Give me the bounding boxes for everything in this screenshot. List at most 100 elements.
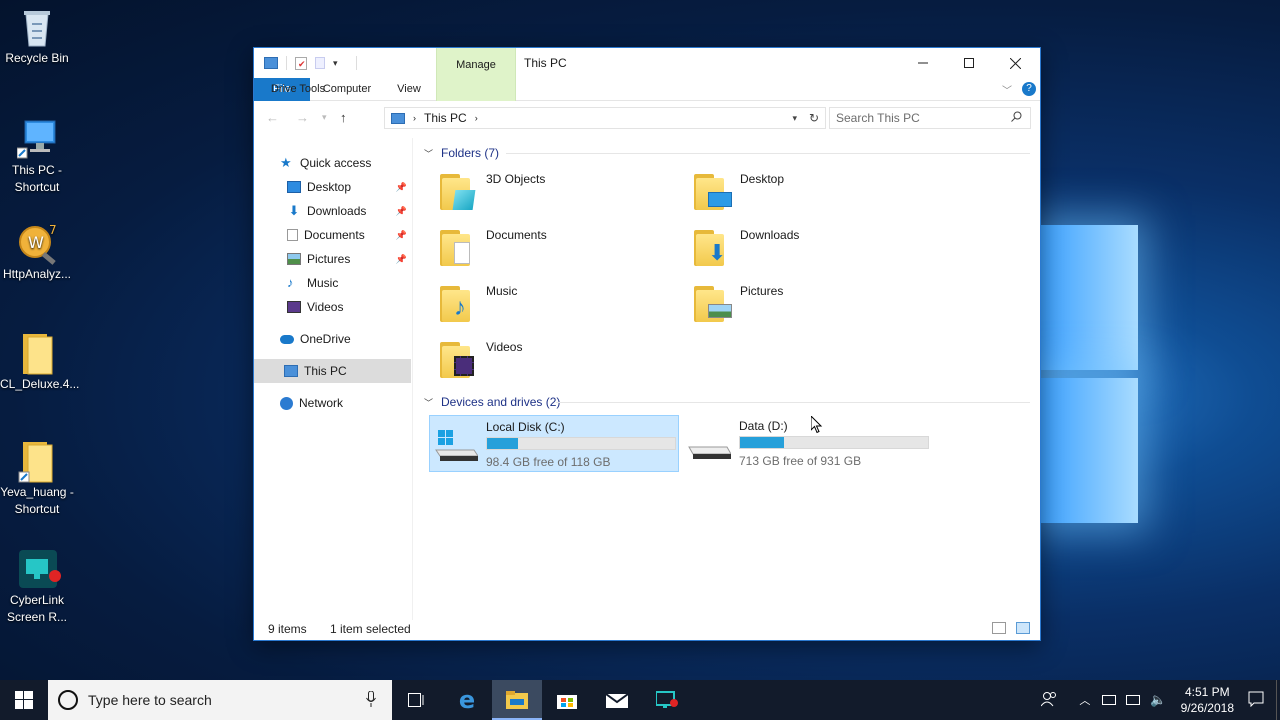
- drive-local-disk-c[interactable]: Local Disk (C:) 98.4 GB free of 118 GB: [429, 415, 679, 472]
- http-analyzer-icon: W7: [17, 222, 57, 265]
- expand-ribbon-icon[interactable]: ﹀: [1002, 82, 1012, 97]
- desktop-icon-label: Recycle Bin: [5, 51, 69, 65]
- pin-icon[interactable]: 📌: [396, 254, 407, 265]
- tab-view[interactable]: View: [382, 78, 436, 101]
- status-selection: 1 item selected: [330, 622, 411, 636]
- refresh-icon[interactable]: ↻: [809, 111, 819, 125]
- volume-icon[interactable]: 🔈: [1150, 692, 1166, 708]
- help-icon[interactable]: ?: [1022, 82, 1036, 96]
- windows-drive-icon: [434, 428, 479, 462]
- show-desktop-button[interactable]: [1276, 680, 1280, 720]
- up-arrow-icon[interactable]: ↑: [340, 110, 347, 125]
- desktop-icon-cl-deluxe[interactable]: CL_Deluxe.4...: [0, 332, 79, 393]
- new-folder-icon[interactable]: [315, 57, 325, 69]
- customize-chevron-icon[interactable]: ▾: [333, 58, 338, 69]
- toolbar-divider: [355, 56, 357, 70]
- drive-usage-bar: [486, 437, 676, 450]
- music-note-icon: ♪: [287, 275, 294, 290]
- folder-music[interactable]: ♪ Music: [414, 284, 654, 334]
- drive-data-d[interactable]: Data (D:) 713 GB free of 931 GB: [683, 415, 933, 472]
- network-tray-icon[interactable]: [1126, 695, 1141, 705]
- folder-videos[interactable]: Videos: [414, 340, 654, 390]
- desktop-icon-recycle-bin[interactable]: Recycle Bin: [0, 6, 74, 67]
- edge-browser-icon[interactable]: e: [442, 680, 492, 720]
- nav-videos[interactable]: Videos: [254, 295, 411, 319]
- nav-network[interactable]: Network: [254, 391, 411, 415]
- computer-icon: [16, 118, 57, 159]
- folder-documents[interactable]: Documents: [414, 228, 654, 278]
- computer-icon[interactable]: [264, 57, 278, 69]
- pictures-icon: [287, 253, 301, 265]
- nav-onedrive[interactable]: OneDrive: [254, 327, 411, 351]
- group-header-devices[interactable]: ﹀ Devices and drives (2): [424, 395, 560, 409]
- pin-icon[interactable]: 📌: [396, 182, 407, 193]
- nav-quick-access[interactable]: ★ Quick access: [254, 151, 411, 175]
- drive-free-space: 98.4 GB free of 118 GB: [486, 455, 611, 469]
- start-button[interactable]: [0, 680, 48, 720]
- svg-text:W: W: [28, 233, 44, 252]
- nav-label: Pictures: [307, 252, 351, 266]
- pane-divider[interactable]: [412, 138, 413, 620]
- properties-icon[interactable]: ✔: [295, 56, 307, 70]
- people-icon[interactable]: [1041, 691, 1057, 710]
- task-view-icon[interactable]: [392, 680, 442, 720]
- system-tray: ︿ 🔈 4:51 PM 9/26/2018: [1041, 680, 1280, 720]
- address-bar[interactable]: › This PC › ▾ ↻: [384, 107, 826, 129]
- desktop-icon-this-pc[interactable]: This PC - Shortcut: [0, 118, 74, 196]
- clock[interactable]: 4:51 PM 9/26/2018: [1181, 684, 1234, 716]
- folder-3d-objects[interactable]: 3D Objects: [414, 172, 654, 222]
- network-icon: [280, 396, 293, 410]
- desktop-icon-httpanalyzer[interactable]: W7 HttpAnalyz...: [0, 222, 74, 283]
- details-view-icon[interactable]: [992, 622, 1006, 634]
- search-placeholder: Search This PC: [836, 111, 920, 125]
- clock-date: 9/26/2018: [1180, 701, 1234, 715]
- file-explorer-taskbar-icon[interactable]: [492, 680, 542, 720]
- nav-music[interactable]: ♪ Music: [254, 271, 411, 295]
- large-icons-view-icon[interactable]: [1016, 622, 1030, 634]
- nav-desktop[interactable]: Desktop 📌: [254, 175, 411, 199]
- folder-pictures[interactable]: Pictures: [668, 284, 908, 334]
- file-explorer-window: ✔ ▾ Manage This PC File Computer View Dr…: [253, 47, 1041, 641]
- nav-label: This PC: [304, 364, 347, 378]
- microphone-icon[interactable]: [366, 690, 376, 710]
- video-film-icon: [287, 301, 301, 313]
- music-folder-icon: ♪: [440, 286, 478, 324]
- folder-desktop[interactable]: Desktop: [668, 172, 908, 222]
- group-header-folders[interactable]: ﹀ Folders (7): [424, 146, 499, 160]
- close-button[interactable]: [992, 48, 1038, 78]
- documents-folder-icon: [440, 230, 478, 268]
- nav-downloads[interactable]: ⬇ Downloads 📌: [254, 199, 411, 223]
- address-bar-row: ← → ▾ ↑ › This PC › ▾ ↻ Search This PC: [254, 102, 1040, 132]
- forward-arrow-icon[interactable]: →: [296, 110, 309, 125]
- status-bar: 9 items 1 item selected: [254, 620, 1040, 640]
- nav-pictures[interactable]: Pictures 📌: [254, 247, 411, 271]
- folder-icon: [17, 440, 57, 483]
- search-input[interactable]: Search This PC: [829, 107, 1031, 129]
- breadcrumb-this-pc[interactable]: This PC: [424, 111, 467, 125]
- pin-icon[interactable]: 📌: [396, 206, 407, 217]
- desktop-icon-label: HttpAnalyz...: [2, 267, 72, 281]
- nav-documents[interactable]: Documents 📌: [254, 223, 411, 247]
- recent-locations-chevron-icon[interactable]: ▾: [322, 112, 327, 123]
- back-arrow-icon[interactable]: ←: [266, 110, 279, 125]
- desktop-icon-cyberlink[interactable]: CyberLink Screen R...: [0, 548, 74, 626]
- drive-name: Data (D:): [739, 419, 788, 433]
- folder-downloads[interactable]: ⬇ Downloads: [668, 228, 908, 278]
- maximize-button[interactable]: [946, 48, 992, 78]
- taskbar-search-box[interactable]: Type here to search: [48, 680, 392, 720]
- store-icon[interactable]: [542, 680, 592, 720]
- battery-icon[interactable]: [1102, 695, 1117, 705]
- drive-free-space: 713 GB free of 931 GB: [739, 454, 862, 468]
- mail-icon[interactable]: [592, 680, 642, 720]
- show-hidden-icons-chevron-icon[interactable]: ︿: [1079, 692, 1090, 708]
- nav-label: Quick access: [300, 156, 372, 170]
- address-dropdown-icon[interactable]: ▾: [792, 113, 797, 124]
- clock-time: 4:51 PM: [1184, 685, 1230, 699]
- minimize-button[interactable]: [900, 48, 946, 78]
- nav-this-pc[interactable]: This PC: [254, 359, 411, 383]
- desktop-icon-yeva-huang[interactable]: Yeva_huang - Shortcut: [0, 440, 74, 518]
- action-center-icon[interactable]: [1248, 691, 1264, 710]
- drive-name: Local Disk (C:): [486, 420, 565, 434]
- pin-icon[interactable]: 📌: [396, 230, 407, 241]
- screen-recorder-taskbar-icon[interactable]: [642, 680, 692, 720]
